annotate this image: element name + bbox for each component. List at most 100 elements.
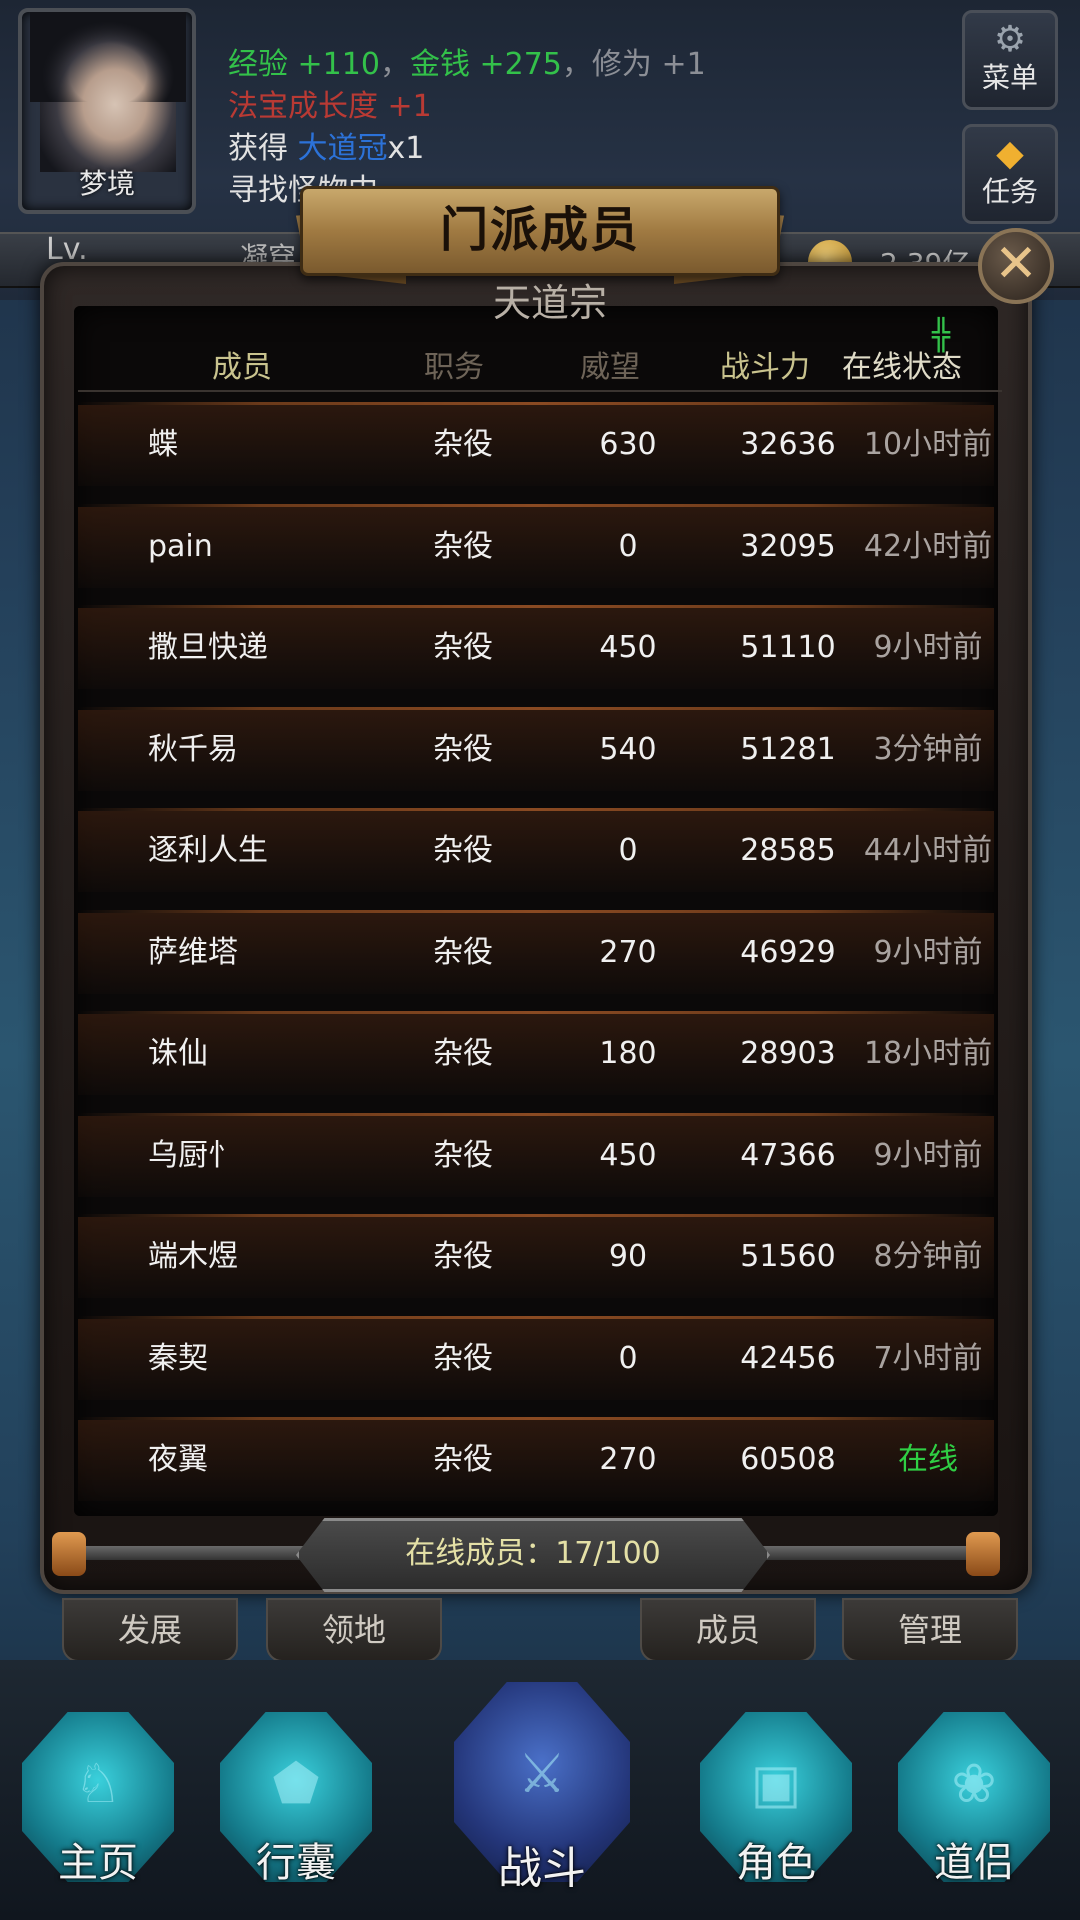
rail-cap-left <box>52 1532 86 1576</box>
online-members-count: 在线成员：17/100 <box>296 1518 770 1592</box>
member-row[interactable]: 夜翼 杂役 270 60508 在线 <box>78 1417 994 1501</box>
task-button-label: 任务 <box>981 175 1038 208</box>
member-name: 秦契 <box>148 1340 208 1376</box>
sort-indicator-icon: ╬ <box>932 318 951 353</box>
member-role: 杂役 <box>433 1340 493 1376</box>
log-loot-prefix: 获得 <box>228 131 298 166</box>
member-row[interactable]: 逐利人生 杂役 0 28585 44小时前 <box>78 808 994 892</box>
diamond-icon: ◆ <box>996 133 1024 174</box>
member-online-status: 42小时前 <box>863 528 993 564</box>
member-role: 杂役 <box>433 1036 493 1071</box>
member-reputation: 0 <box>618 833 638 868</box>
sect-name: 天道宗 <box>492 281 607 325</box>
member-role: 杂役 <box>433 833 493 868</box>
column-header-member[interactable]: 成员 <box>212 342 272 386</box>
nav-battle-label: 战斗 <box>498 1843 586 1894</box>
task-button[interactable]: ◆ 任务 <box>962 124 1058 224</box>
member-reputation: 180 <box>599 1036 657 1071</box>
member-reputation: 540 <box>599 731 657 767</box>
tab-management[interactable]: 管理 <box>842 1598 1018 1662</box>
menu-button[interactable]: ⚙ 菜单 <box>962 10 1058 110</box>
member-online-status: 18小时前 <box>863 1036 993 1071</box>
avatar-hair <box>30 12 186 102</box>
member-online-status: 9小时前 <box>873 934 983 970</box>
member-row[interactable]: 乌厨忄 杂役 450 47366 9小时前 <box>78 1112 994 1197</box>
player-avatar[interactable]: 梦境 <box>18 8 196 214</box>
member-name: 萨维塔 <box>148 934 238 970</box>
member-row[interactable]: 秦契 杂役 0 42456 7小时前 <box>78 1315 994 1400</box>
member-online-status: 8分钟前 <box>873 1239 983 1274</box>
nav-character[interactable]: ▣ 角色 <box>692 1712 860 1902</box>
player-name: 梦境 <box>78 167 135 200</box>
dialog-title: 门派成员 <box>439 202 640 258</box>
log-line-loot: 获得 大道冠x1 <box>228 128 948 170</box>
column-header-reputation[interactable]: 威望 <box>580 342 640 386</box>
member-reputation: 450 <box>599 1137 657 1173</box>
member-role: 杂役 <box>433 630 493 665</box>
member-reputation: 90 <box>608 1239 648 1274</box>
nav-companion-label: 道侣 <box>934 1840 1014 1886</box>
nav-character-label: 角色 <box>736 1840 816 1886</box>
member-name: 秋千易 <box>148 731 238 767</box>
log-line-treasure: 法宝成长度 +1 <box>228 89 432 124</box>
member-reputation: 450 <box>599 630 657 665</box>
tab-territory[interactable]: 领地 <box>266 1598 442 1662</box>
member-online-status: 在线 <box>898 1442 958 1477</box>
member-role: 杂役 <box>433 1442 493 1477</box>
member-row[interactable]: 撒旦快递 杂役 450 51110 9小时前 <box>78 605 994 689</box>
chest-icon: ▣ <box>750 1752 802 1815</box>
column-header-role[interactable]: 职务 <box>424 342 484 386</box>
log-line-rewards: 经验 +110，金钱 +275，修为 +1 <box>228 44 948 86</box>
member-reputation: 270 <box>599 934 657 970</box>
member-name: 乌厨忄 <box>148 1137 238 1173</box>
nav-companion[interactable]: ❀ 道侣 <box>890 1712 1058 1902</box>
nav-home-label: 主页 <box>58 1840 138 1886</box>
member-row[interactable]: 萨维塔 杂役 270 46929 9小时前 <box>78 909 994 994</box>
member-online-status: 7小时前 <box>873 1340 983 1376</box>
pentagon-icon: ⬟ <box>272 1752 320 1815</box>
member-name: 蝶 <box>148 427 178 462</box>
nav-inventory-label: 行囊 <box>256 1840 336 1886</box>
member-role: 杂役 <box>433 1137 493 1173</box>
member-online-status: 3分钟前 <box>873 731 983 767</box>
log-loot-count: x1 <box>387 131 425 166</box>
member-role: 杂役 <box>433 528 493 564</box>
log-exp-value: +110 <box>297 47 380 82</box>
member-online-status: 44小时前 <box>863 833 993 868</box>
column-header-power[interactable]: 战斗力 <box>720 342 810 386</box>
log-exp-label: 经验 <box>228 47 298 82</box>
member-name: 撒旦快递 <box>148 630 268 665</box>
member-online-status: 9小时前 <box>873 630 983 665</box>
member-reputation: 630 <box>599 427 657 462</box>
member-row[interactable]: 诛仙 杂役 180 28903 18小时前 <box>78 1011 994 1095</box>
sword-icon: ⚔ <box>517 1742 567 1805</box>
tab-development[interactable]: 发展 <box>62 1598 238 1662</box>
nav-inventory[interactable]: ⬟ 行囊 <box>212 1712 380 1902</box>
member-row[interactable]: 端木煜 杂役 90 51560 8分钟前 <box>78 1214 994 1298</box>
dragon-icon: ♘ <box>73 1752 123 1815</box>
log-money-label: 金钱 <box>409 47 480 82</box>
member-role: 杂役 <box>433 731 493 767</box>
member-name: 夜翼 <box>148 1442 208 1477</box>
log-cultivation: ，修为 +1 <box>561 47 706 82</box>
log-loot-item: 大道冠 <box>297 131 388 166</box>
nav-battle[interactable]: ⚔ 战斗 <box>448 1682 636 1912</box>
member-role: 杂役 <box>433 934 493 970</box>
menu-button-label: 菜单 <box>981 61 1038 94</box>
member-online-status: 9小时前 <box>873 1137 983 1173</box>
member-row[interactable]: pain 杂役 0 32095 42小时前 <box>78 503 994 588</box>
member-name: 逐利人生 <box>148 833 268 868</box>
member-reputation: 0 <box>618 528 638 564</box>
log-sep: ， <box>379 47 410 82</box>
member-row[interactable]: 秋千易 杂役 540 51281 3分钟前 <box>78 706 994 791</box>
member-name: pain <box>148 528 213 564</box>
member-online-status: 10小时前 <box>863 427 993 462</box>
tab-members[interactable]: 成员 <box>640 1598 816 1662</box>
member-row[interactable]: 蝶杂役 630 32636 10小时前 <box>78 402 994 486</box>
member-reputation: 270 <box>599 1442 657 1477</box>
member-role: 杂役 <box>433 427 493 462</box>
header-divider <box>78 390 1002 392</box>
member-role: 杂役 <box>433 1239 493 1274</box>
member-name: 诛仙 <box>148 1036 208 1071</box>
nav-home[interactable]: ♘ 主页 <box>14 1712 182 1902</box>
